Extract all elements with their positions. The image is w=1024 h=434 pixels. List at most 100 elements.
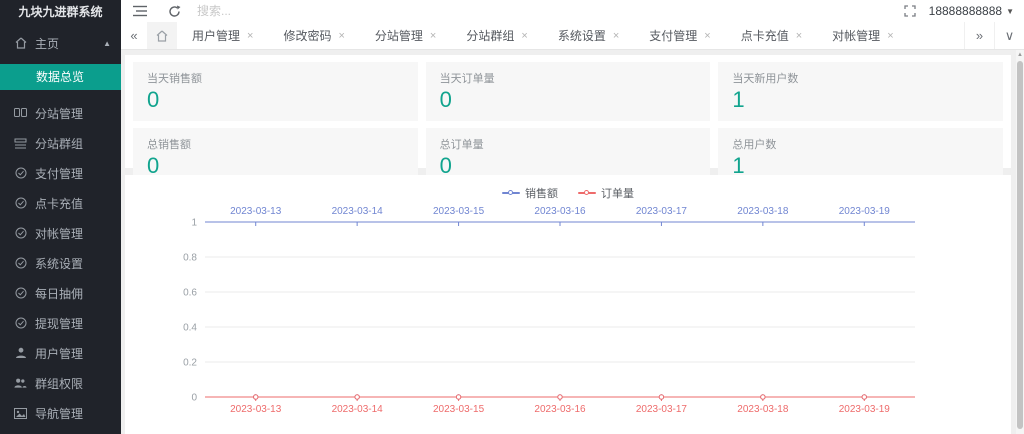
tab-close-icon[interactable]: × xyxy=(247,30,253,42)
tab-close-icon[interactable]: × xyxy=(796,30,802,42)
home-icon xyxy=(156,30,168,42)
scrollbar-thumb[interactable] xyxy=(1017,61,1023,429)
scrollbar[interactable]: ▲ xyxy=(1016,50,1024,434)
legend-item-销售额[interactable]: 销售额 xyxy=(502,185,558,201)
sidebar-item-分站管理[interactable]: 分站管理 xyxy=(0,98,121,128)
sidebar-item-label: 主页 xyxy=(35,36,60,51)
scrollbar-up-icon[interactable]: ▲ xyxy=(1016,51,1024,59)
tab-支付管理[interactable]: 支付管理 × xyxy=(634,22,725,49)
sidebar-item-点卡充值[interactable]: 点卡充值 xyxy=(0,188,121,218)
sidebar-item-label: 分站管理 xyxy=(35,106,84,121)
open-tabs: 用户管理 × 修改密码 × 分站管理 × 分站群组 × 系统设置 × 支付管理 × 点卡充值 × 对帐管理 × xyxy=(177,22,964,49)
chart-legend: 销售额 订单量 xyxy=(125,175,1011,201)
data-point-订单量 xyxy=(354,394,360,400)
tab-系统设置[interactable]: 系统设置 × xyxy=(543,22,634,49)
layers-icon xyxy=(14,137,27,150)
x-tick-label-bottom: 2023-03-18 xyxy=(737,404,789,415)
sidebar-item-label: 用户管理 xyxy=(35,346,84,361)
stat-label: 当天新用户数 xyxy=(732,73,799,85)
data-point-订单量 xyxy=(557,394,563,400)
legend-marker-icon xyxy=(578,189,596,195)
stat-value: 0 xyxy=(147,87,160,112)
fullscreen-icon[interactable] xyxy=(897,0,923,22)
sidebar-item-label: 点卡充值 xyxy=(35,196,84,211)
sidebar-item-label: 分站群组 xyxy=(35,136,84,151)
data-point-订单量 xyxy=(658,394,665,400)
stat-label: 总订单量 xyxy=(439,139,484,151)
tab-分站群组[interactable]: 分站群组 × xyxy=(451,22,542,49)
account-dropdown[interactable]: 18888888888 ▼ xyxy=(929,4,1014,18)
sidebar-item-每日抽佣[interactable]: 每日抽佣 xyxy=(0,278,121,308)
stat-label: 当天订单量 xyxy=(439,73,495,85)
app-title: 九块九进群系统 xyxy=(18,5,103,19)
sidebar-item-label: 系统设置 xyxy=(35,256,84,271)
data-point-订单量 xyxy=(455,394,462,400)
tab-对帐管理[interactable]: 对帐管理 × xyxy=(817,22,908,49)
data-point-订单量 xyxy=(760,394,766,400)
sidebar-item-支付管理[interactable]: 支付管理 xyxy=(0,158,121,188)
x-tick-label-bottom: 2023-03-15 xyxy=(433,404,485,415)
chart-panel: 销售额 订单量 0 0.2 0.4 0.6 0.8 1 2023-03-13 2023-03-1… xyxy=(125,175,1011,434)
tab-close-icon[interactable]: × xyxy=(887,30,893,42)
sidebar-item-label: 提现管理 xyxy=(35,316,84,331)
refresh-icon[interactable] xyxy=(161,0,187,22)
tab-label: 修改密码 xyxy=(283,29,332,43)
tab-close-icon[interactable]: × xyxy=(704,30,710,42)
sidebar-subitem-数据总览[interactable]: 数据总览 xyxy=(0,64,121,90)
sidebar-item-权限模块[interactable]: 权限模块 xyxy=(0,428,121,434)
x-tick-label-top: 2023-03-19 xyxy=(839,206,891,217)
stat-value: 1 xyxy=(732,87,745,112)
sidebar-item-label: 对帐管理 xyxy=(35,226,84,241)
tab-close-icon[interactable]: × xyxy=(613,30,619,42)
home-icon xyxy=(14,37,27,50)
tab-close-icon[interactable]: × xyxy=(430,30,436,42)
x-tick-label-bottom: 2023-03-13 xyxy=(230,404,282,415)
check-circle-icon xyxy=(14,287,27,300)
sidebar: 九块九进群系统 主页 ▲ 数据总览分站管理分站群组支付管理点卡充值对帐管理系统设置每… xyxy=(0,0,121,434)
sidebar-item-用户管理[interactable]: 用户管理 xyxy=(0,338,121,368)
tabs-menu-icon[interactable]: ∨ xyxy=(994,22,1024,49)
tab-label: 系统设置 xyxy=(557,29,606,43)
x-tick-label-top: 2023-03-14 xyxy=(332,206,384,217)
tabs-scroll-right-icon[interactable]: » xyxy=(964,22,994,49)
tab-label: 分站群组 xyxy=(466,29,515,43)
sidebar-item-主页[interactable]: 主页 ▲ xyxy=(0,28,121,58)
check-circle-icon xyxy=(14,227,27,240)
check-circle-icon xyxy=(14,197,27,210)
x-tick-label-top: 2023-03-13 xyxy=(230,206,282,217)
tabbar-right: » ∨ xyxy=(964,22,1024,49)
user-icon xyxy=(14,347,27,360)
caret-up-icon: ▲ xyxy=(103,38,111,48)
image-icon xyxy=(14,407,27,420)
check-circle-icon xyxy=(14,167,27,180)
home-tab[interactable] xyxy=(147,22,177,49)
tab-用户管理[interactable]: 用户管理 × xyxy=(177,22,268,49)
tabs-scroll-left-icon[interactable]: « xyxy=(121,22,147,49)
x-tick-label-top: 2023-03-15 xyxy=(433,206,485,217)
tab-分站管理[interactable]: 分站管理 × xyxy=(360,22,451,49)
legend-marker-icon xyxy=(502,189,520,195)
search-input[interactable] xyxy=(197,4,327,18)
x-tick-label-top: 2023-03-18 xyxy=(737,206,789,217)
stat-label: 当天销售额 xyxy=(147,73,202,85)
sidebar-item-系统设置[interactable]: 系统设置 xyxy=(0,248,121,278)
sidebar-item-提现管理[interactable]: 提现管理 xyxy=(0,308,121,338)
tab-close-icon[interactable]: × xyxy=(521,30,527,42)
sidebar-item-群组权限[interactable]: 群组权限 xyxy=(0,368,121,398)
tab-close-icon[interactable]: × xyxy=(338,30,344,42)
sidebar-item-分站群组[interactable]: 分站群组 xyxy=(0,128,121,158)
tab-label: 用户管理 xyxy=(192,29,241,43)
tab-修改密码[interactable]: 修改密码 × xyxy=(268,22,359,49)
stat-card-当天销售额: 当天销售额 0 xyxy=(133,62,418,121)
tabbar: « 用户管理 × 修改密码 × 分站管理 × 分站群组 × 系统设置 × 支付管理 × 点卡充值 × 对帐管… xyxy=(121,22,1024,50)
hamburger-icon[interactable] xyxy=(127,0,153,22)
topbar: 18888888888 ▼ xyxy=(121,0,1024,22)
data-point-订单量 xyxy=(861,394,867,400)
legend-label: 订单量 xyxy=(601,188,634,200)
stats-grid: 当天销售额 0 当天订单量 0 当天新用户数 1 总销售额 0 总订单量 0 总用户数 1 xyxy=(133,62,1003,187)
tab-点卡充值[interactable]: 点卡充值 × xyxy=(726,22,817,49)
legend-item-订单量[interactable]: 订单量 xyxy=(578,185,634,201)
sidebar-item-导航管理[interactable]: 导航管理 xyxy=(0,398,121,428)
data-point-订单量 xyxy=(253,394,259,400)
sidebar-item-对帐管理[interactable]: 对帐管理 xyxy=(0,218,121,248)
